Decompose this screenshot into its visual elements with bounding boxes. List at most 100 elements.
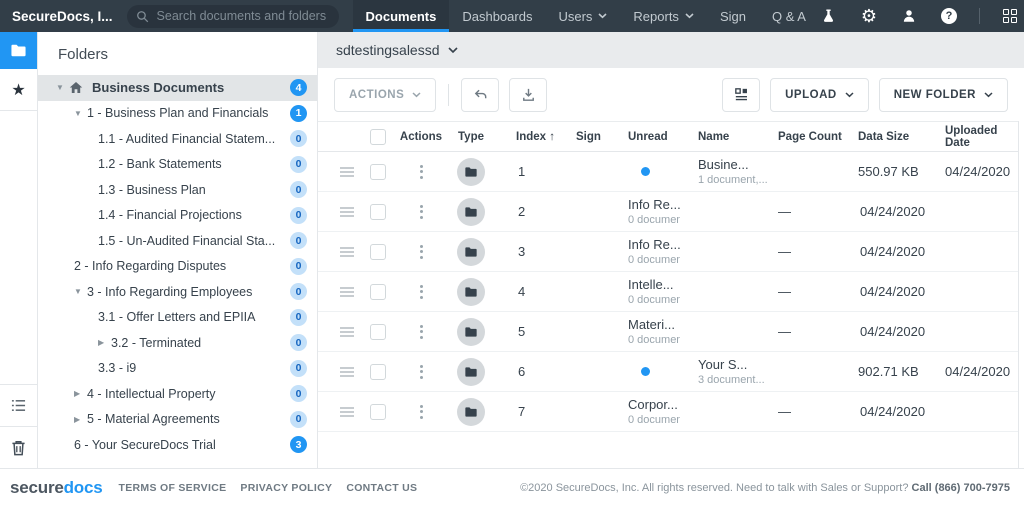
row-checkbox[interactable] xyxy=(370,364,386,380)
expand-arrow-icon[interactable]: ▼ xyxy=(74,109,87,118)
expand-arrow-icon[interactable]: ▶ xyxy=(98,338,111,347)
folder-tree-item[interactable]: 3.3 - i9 0 xyxy=(38,356,317,382)
folder-type-icon[interactable] xyxy=(457,398,485,426)
row-name-cell[interactable]: Materi... 0 documents xyxy=(610,317,680,346)
row-name-cell[interactable]: Info Re... 0 documents xyxy=(610,237,680,266)
nav-item[interactable]: Users xyxy=(545,0,620,32)
column-header-actions[interactable]: Actions xyxy=(400,131,442,143)
folder-tree-item[interactable]: ▶ 3.2 - Terminated 0 xyxy=(38,330,317,356)
drag-handle-icon[interactable] xyxy=(340,247,354,257)
drag-handle-icon[interactable] xyxy=(340,207,354,217)
row-name-cell[interactable]: Info Re... 0 documents xyxy=(610,197,680,226)
expand-arrow-icon[interactable]: ▼ xyxy=(74,287,87,296)
expand-arrow-icon[interactable]: ▼ xyxy=(56,83,69,92)
undo-button[interactable] xyxy=(461,78,499,112)
column-header-name[interactable]: Name xyxy=(680,131,770,143)
drag-handle-icon[interactable] xyxy=(340,327,354,337)
footer-link[interactable]: CONTACT US xyxy=(346,482,417,494)
new-folder-button[interactable]: NEW FOLDER xyxy=(879,78,1008,112)
row-actions-menu-icon[interactable] xyxy=(416,361,427,383)
folder-tree-item[interactable]: 1.4 - Financial Projections 0 xyxy=(38,203,317,229)
folder-type-icon[interactable] xyxy=(457,238,485,266)
apps-icon[interactable] xyxy=(1000,6,1020,26)
index-list-tab[interactable] xyxy=(0,384,37,426)
column-header-data-size[interactable]: Data Size xyxy=(850,131,935,143)
row-actions-menu-icon[interactable] xyxy=(416,161,427,183)
row-actions-menu-icon[interactable] xyxy=(416,241,427,263)
nav-item[interactable]: Q & A xyxy=(759,0,819,32)
folder-tree-item[interactable]: ▼ 1 - Business Plan and Financials 1 xyxy=(38,101,317,127)
folders-tab[interactable] xyxy=(0,32,37,69)
column-header-page-count[interactable]: Page Count xyxy=(770,131,850,143)
user-icon[interactable] xyxy=(899,6,919,26)
row-name-cell[interactable]: Intelle... 0 documents xyxy=(610,277,680,306)
folder-type-icon[interactable] xyxy=(457,278,485,306)
row-checkbox[interactable] xyxy=(370,164,386,180)
folder-label: 6 - Your SecureDocs Trial xyxy=(74,438,216,452)
row-checkbox[interactable] xyxy=(370,404,386,420)
row-actions-menu-icon[interactable] xyxy=(416,201,427,223)
room-selector[interactable]: sdtestingsalessd xyxy=(336,42,458,58)
folder-tree-item[interactable]: ▶ 5 - Material Agreements 0 xyxy=(38,407,317,433)
row-name-subtext: 0 documents xyxy=(628,254,680,266)
row-checkbox[interactable] xyxy=(370,204,386,220)
folder-label: 1.4 - Financial Projections xyxy=(98,208,242,222)
row-actions-menu-icon[interactable] xyxy=(416,281,427,303)
favorites-tab[interactable]: ★ xyxy=(0,69,37,111)
nav-item[interactable]: Documents xyxy=(353,0,450,32)
trash-tab[interactable] xyxy=(0,426,37,468)
view-switch-button[interactable] xyxy=(722,78,760,112)
folder-tree-item[interactable]: 2 - Info Regarding Disputes 0 xyxy=(38,254,317,280)
row-checkbox[interactable] xyxy=(370,284,386,300)
expand-arrow-icon[interactable]: ▶ xyxy=(74,389,87,398)
app-logo[interactable]: SecureDocs, I... xyxy=(0,9,127,24)
flask-icon[interactable] xyxy=(819,6,839,26)
table-header-row: Actions Type Index ↑ Sign Unread Name Pa… xyxy=(318,121,1018,152)
row-name-cell[interactable]: Corpor... 0 documents xyxy=(610,397,680,426)
download-button[interactable] xyxy=(509,78,547,112)
folder-tree-item[interactable]: 1.5 - Un-Audited Financial Sta... 0 xyxy=(38,228,317,254)
drag-handle-icon[interactable] xyxy=(340,367,354,377)
row-name-cell[interactable]: Busine... 1 document,... xyxy=(680,157,770,186)
column-header-index[interactable]: Index ↑ xyxy=(496,131,556,143)
folder-type-icon[interactable] xyxy=(457,358,485,386)
folder-tree-item[interactable]: 1.1 - Audited Financial Statem... 0 xyxy=(38,126,317,152)
row-actions-menu-icon[interactable] xyxy=(416,401,427,423)
help-icon[interactable]: ? xyxy=(939,6,959,26)
column-header-type[interactable]: Type xyxy=(458,131,484,143)
folder-type-icon[interactable] xyxy=(457,198,485,226)
row-name-cell[interactable]: Your S... 3 document... xyxy=(680,357,770,386)
folder-tree-item[interactable]: ▼ Business Documents 4 xyxy=(38,75,317,101)
search-input[interactable] xyxy=(127,5,339,28)
column-header-uploaded-date[interactable]: Uploaded Date xyxy=(935,125,1018,149)
row-checkbox[interactable] xyxy=(370,324,386,340)
footer-copyright: ©2020 SecureDocs, Inc. All rights reserv… xyxy=(520,482,1014,494)
gear-icon[interactable]: ⚙ xyxy=(859,6,879,26)
row-actions-menu-icon[interactable] xyxy=(416,321,427,343)
folder-type-icon[interactable] xyxy=(457,318,485,346)
row-uploaded-date: 04/24/2020 xyxy=(935,164,1018,179)
folder-tree-item[interactable]: 6 - Your SecureDocs Trial 3 xyxy=(38,432,317,458)
folder-tree-item[interactable]: ▶ 4 - Intellectual Property 0 xyxy=(38,381,317,407)
folder-tree-item[interactable]: 1.2 - Bank Statements 0 xyxy=(38,152,317,178)
expand-arrow-icon[interactable]: ▶ xyxy=(74,415,87,424)
folder-type-icon[interactable] xyxy=(457,158,485,186)
footer-link[interactable]: TERMS OF SERVICE xyxy=(119,482,227,494)
drag-handle-icon[interactable] xyxy=(340,407,354,417)
folder-tree-item[interactable]: ▼ 3 - Info Regarding Employees 0 xyxy=(38,279,317,305)
row-checkbox[interactable] xyxy=(370,244,386,260)
column-header-sign[interactable]: Sign xyxy=(556,131,610,143)
folder-tree-item[interactable]: 1.3 - Business Plan 0 xyxy=(38,177,317,203)
upload-button[interactable]: UPLOAD xyxy=(770,78,869,112)
nav-item[interactable]: Dashboards xyxy=(449,0,545,32)
column-header-unread[interactable]: Unread xyxy=(610,131,680,143)
drag-handle-icon[interactable] xyxy=(340,167,354,177)
nav-item[interactable]: Sign xyxy=(707,0,759,32)
drag-handle-icon[interactable] xyxy=(340,287,354,297)
actions-button[interactable]: ACTIONS xyxy=(334,78,436,112)
nav-item[interactable]: Reports xyxy=(620,0,707,32)
folder-tree-item[interactable]: 3.1 - Offer Letters and EPIIA 0 xyxy=(38,305,317,331)
select-all-checkbox[interactable] xyxy=(370,129,386,145)
footer-link[interactable]: PRIVACY POLICY xyxy=(240,482,332,494)
row-index: 5 xyxy=(496,324,556,339)
